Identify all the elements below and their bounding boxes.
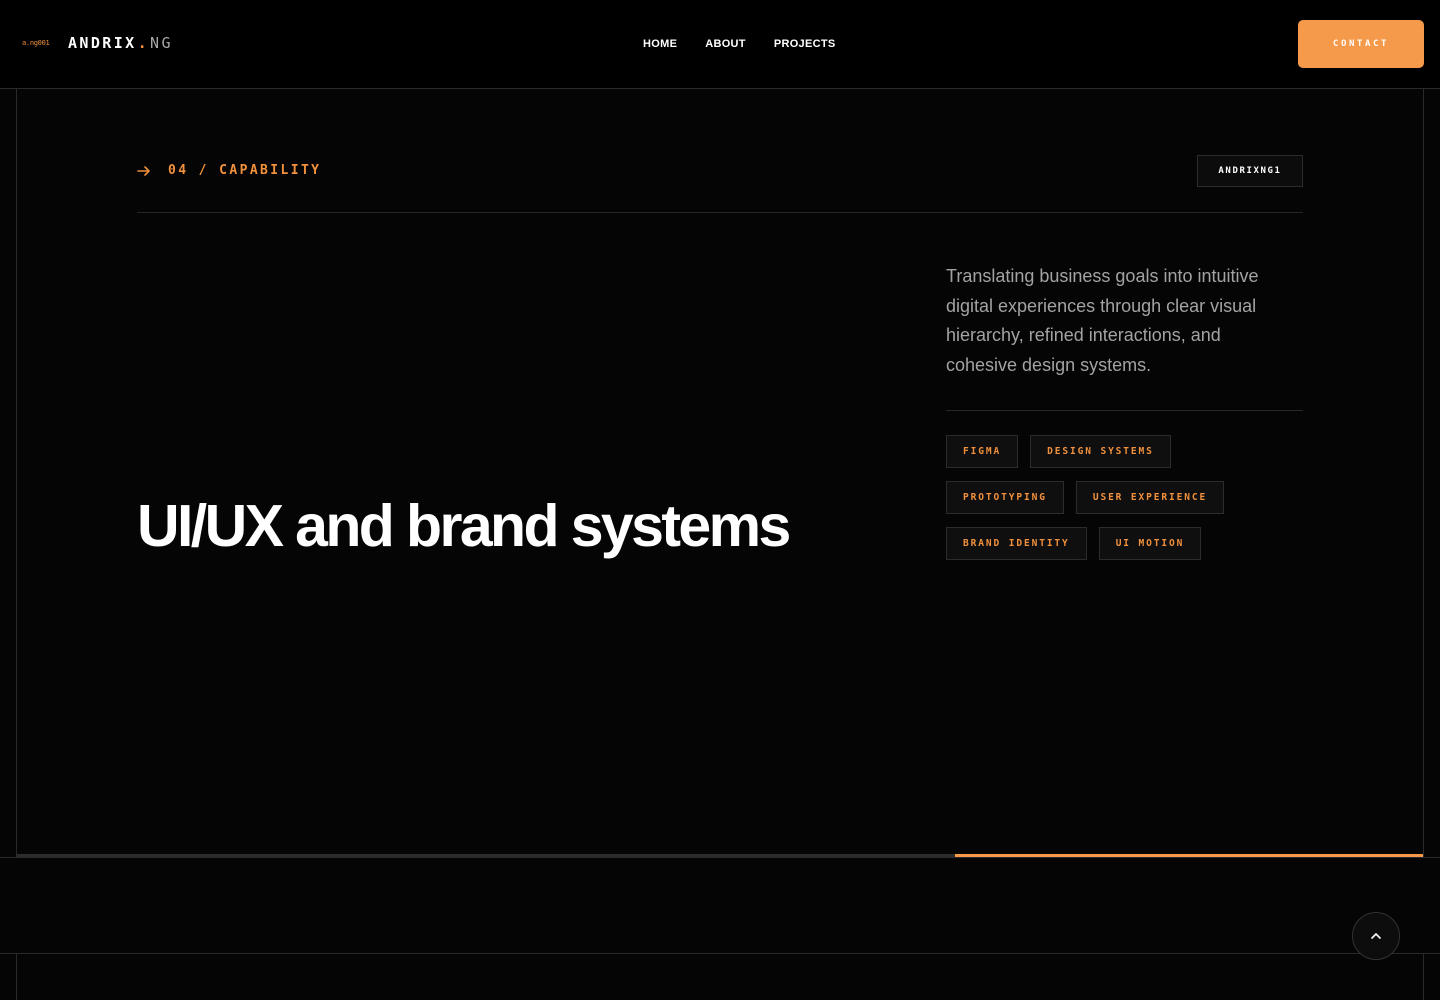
section-bottom-border — [0, 857, 1440, 858]
section-index-text: 04 / CAPABILITY — [168, 163, 322, 178]
author-badge: ANDRIXNG1 — [1197, 155, 1303, 187]
nav-item-home[interactable]: HOME — [643, 38, 677, 50]
capability-description: Translating business goals into intuitiv… — [946, 266, 1259, 375]
skill-chip: BRAND IDENTITY — [946, 527, 1087, 560]
site-header: a.ng001 ANDRIX . NG HOME ABOUT PROJECTS … — [0, 0, 1440, 89]
arrow-right-icon — [137, 165, 150, 176]
scroll-to-top-button[interactable] — [1352, 912, 1400, 960]
frame-border-right — [1423, 89, 1424, 857]
skill-chip: UI MOTION — [1098, 527, 1202, 560]
capability-headline: UI/UX and brand systems — [137, 493, 791, 559]
skill-chips: FIGMA DESIGN SYSTEMS PROTOTYPING USER EX… — [946, 435, 1303, 573]
next-section-top-border — [0, 953, 1440, 954]
logo[interactable]: a.ng001 ANDRIX . NG — [22, 34, 173, 52]
skill-chip: FIGMA — [946, 435, 1019, 468]
nav-item-about[interactable]: ABOUT — [705, 38, 746, 50]
logo-mark-icon: a.ng001 — [22, 39, 50, 47]
logo-suffix: NG — [150, 34, 173, 52]
chip-row: BRAND IDENTITY UI MOTION — [946, 527, 1303, 560]
logo-name: ANDRIX — [68, 34, 137, 52]
main-nav: HOME ABOUT PROJECTS — [643, 38, 836, 50]
next-frame-border-left — [16, 953, 17, 1000]
skill-chip: DESIGN SYSTEMS — [1030, 435, 1171, 468]
contact-button[interactable]: CONTACT — [1298, 20, 1424, 68]
chip-row: FIGMA DESIGN SYSTEMS — [946, 435, 1303, 468]
section-divider — [137, 212, 1303, 213]
description-divider — [946, 410, 1303, 411]
nav-item-projects[interactable]: PROJECTS — [774, 38, 836, 50]
skill-chip: PROTOTYPING — [946, 481, 1064, 514]
section-index-label: 04 / CAPABILITY — [137, 163, 321, 178]
next-frame-border-right — [1423, 953, 1424, 1000]
chip-row: PROTOTYPING USER EXPERIENCE — [946, 481, 1303, 514]
chevron-up-icon — [1371, 933, 1381, 939]
skill-chip: USER EXPERIENCE — [1075, 481, 1225, 514]
logo-dot: . — [137, 34, 150, 52]
logo-text: ANDRIX . NG — [68, 34, 173, 52]
